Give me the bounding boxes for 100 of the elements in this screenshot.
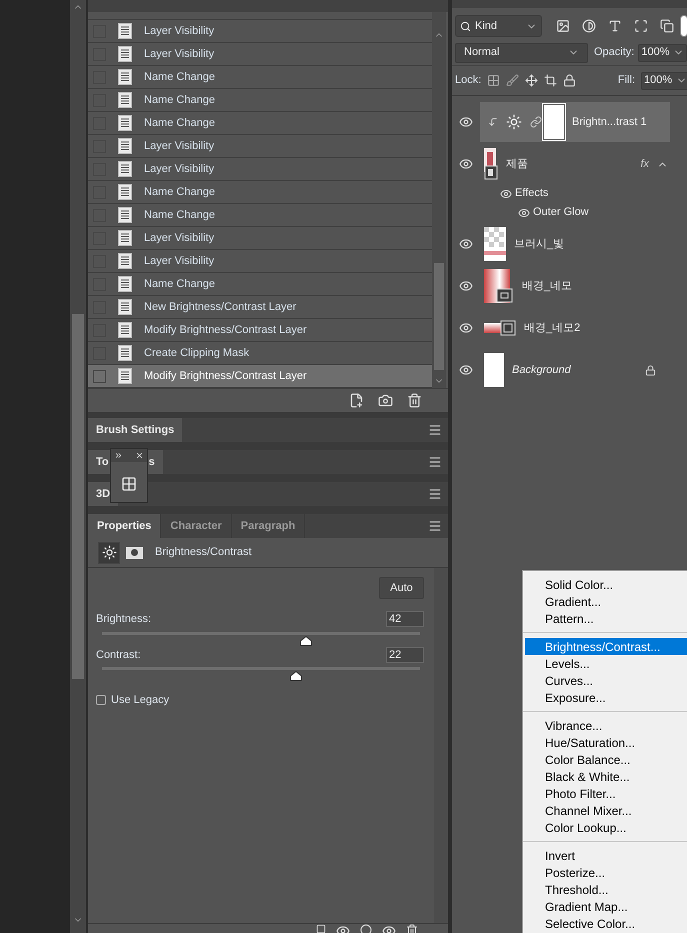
properties-title: Brightness/Contrast: [155, 545, 252, 560]
visibility-eye-icon[interactable]: [500, 188, 512, 200]
layer-name: 배경_네모: [522, 278, 572, 294]
smart-object-filter-icon[interactable]: [660, 19, 674, 33]
value-field[interactable]: 42: [386, 611, 424, 628]
history-state[interactable]: Layer Visibility: [88, 250, 432, 273]
panel-tab[interactable]: Paragraph: [232, 514, 306, 538]
visibility-eye-icon[interactable]: [459, 115, 473, 129]
panel-menu-icon[interactable]: [428, 423, 442, 437]
history-state[interactable]: Layer Visibility: [88, 20, 432, 43]
layer-row[interactable]: Brightn...trast 1: [480, 102, 670, 142]
scrollbar-thumb[interactable]: [72, 314, 84, 679]
menu-item[interactable]: Photo Filter...: [525, 785, 687, 802]
trash-icon[interactable]: [407, 393, 422, 408]
history-state[interactable]: Modify Brightness/Contrast Layer: [88, 319, 432, 342]
history-state[interactable]: Create Clipping Mask: [88, 342, 432, 365]
layer-name: 브러시_빛: [514, 236, 564, 252]
visibility-eye-icon[interactable]: [459, 157, 473, 171]
close-icon[interactable]: [135, 451, 144, 460]
lock-label: Lock:: [455, 73, 482, 88]
menu-item[interactable]: Curves...: [525, 672, 687, 689]
scrollbar-thumb[interactable]: [434, 263, 444, 370]
panel-menu-icon[interactable]: [428, 455, 442, 469]
value-field[interactable]: 22: [386, 646, 424, 663]
fx-label: fx: [640, 156, 649, 172]
fill-field[interactable]: 100%: [641, 72, 687, 90]
snapshot-document-icon: [118, 115, 132, 131]
panel-tab[interactable]: Character: [161, 514, 232, 538]
menu-item[interactable]: Pattern...: [525, 610, 687, 627]
menu-item[interactable]: Color Balance...: [525, 751, 687, 768]
new-document-icon[interactable]: [349, 393, 364, 408]
expand-icon[interactable]: [114, 451, 123, 460]
menu-item[interactable]: Selective Color...: [525, 915, 687, 932]
panel-menu-icon[interactable]: [428, 519, 442, 533]
history-state[interactable]: New Brightness/Contrast Layer: [88, 296, 432, 319]
mask-icon[interactable]: [126, 546, 143, 558]
auto-button[interactable]: Auto: [379, 577, 424, 599]
filter-dropdown[interactable]: Kind: [455, 15, 542, 37]
menu-item[interactable]: Brightness/Contrast...: [525, 638, 687, 655]
menu-item[interactable]: Invert: [525, 847, 687, 864]
layer-mask-thumbnail[interactable]: [544, 105, 564, 139]
history-state[interactable]: Name Change: [88, 204, 432, 227]
panel-tab[interactable]: Brush Settings: [88, 418, 182, 442]
panel-tab[interactable]: Properties: [88, 514, 162, 538]
history-state[interactable]: Name Change: [88, 66, 432, 89]
tool-presets-icon[interactable]: [121, 476, 137, 492]
visibility-eye-icon[interactable]: [459, 321, 473, 335]
visibility-eye-icon[interactable]: [459, 279, 473, 293]
history-state[interactable]: Name Change: [88, 112, 432, 135]
history-state[interactable]: Layer Visibility: [88, 158, 432, 181]
history-state[interactable]: Name Change: [88, 181, 432, 204]
tab-label: To: [96, 454, 109, 470]
snapshot-checkbox[interactable]: [93, 370, 106, 382]
shape-filter-icon[interactable]: [634, 19, 648, 33]
layer-thumbnail: [484, 227, 506, 261]
menu-item[interactable]: Posterize...: [525, 864, 687, 881]
camera-icon[interactable]: [378, 393, 393, 408]
lock-all-icon[interactable]: [563, 74, 576, 87]
visibility-eye-icon[interactable]: [518, 206, 530, 218]
history-state[interactable]: Layer Visibility: [88, 227, 432, 250]
history-state[interactable]: Layer Visibility: [88, 43, 432, 66]
opacity-field[interactable]: 100%: [638, 44, 687, 62]
blend-mode-dropdown[interactable]: Normal: [455, 42, 588, 62]
snapshot-document-icon: [118, 276, 132, 292]
menu-item[interactable]: Threshold...: [525, 881, 687, 898]
menu-item[interactable]: Color Lookup...: [525, 819, 687, 836]
scrollbar[interactable]: [434, 568, 448, 923]
lock-move-icon[interactable]: [525, 74, 538, 87]
filter-toggle[interactable]: [680, 15, 687, 37]
lock-transparency-icon[interactable]: [487, 74, 500, 87]
panel-menu-icon[interactable]: [428, 487, 442, 501]
scrollbar[interactable]: [70, 0, 86, 933]
menu-item[interactable]: Solid Color...: [525, 576, 687, 593]
snapshot-document-icon: [118, 345, 132, 361]
history-state[interactable]: Layer Visibility: [88, 135, 432, 158]
snapshot-document-icon: [118, 253, 132, 269]
menu-item[interactable]: Gradient Map...: [525, 898, 687, 915]
visibility-eye-icon[interactable]: [459, 237, 473, 251]
lock-brush-icon[interactable]: [506, 74, 520, 87]
menu-item[interactable]: Exposure...: [525, 689, 687, 706]
image-filter-icon[interactable]: [556, 19, 570, 33]
use-legacy-checkbox[interactable]: Use Legacy: [96, 692, 426, 708]
history-state[interactable]: Name Change: [88, 89, 432, 112]
type-filter-icon[interactable]: [608, 19, 622, 33]
menu-item[interactable]: Channel Mixer...: [525, 802, 687, 819]
trash-icon[interactable]: [406, 924, 418, 933]
adjustment-filter-icon[interactable]: [582, 19, 596, 33]
history-state[interactable]: Modify Brightness/Contrast Layer: [88, 365, 432, 388]
lock-artboard-icon[interactable]: [544, 74, 558, 87]
visibility-eye-icon[interactable]: [459, 363, 473, 377]
history-state[interactable]: Name Change: [88, 273, 432, 296]
scrollbar[interactable]: [432, 12, 446, 388]
menu-item[interactable]: Hue/Saturation...: [525, 734, 687, 751]
menu-item[interactable]: Gradient...: [525, 593, 687, 610]
snapshot-document-icon: [118, 322, 132, 338]
adjustment-sun-icon[interactable]: [98, 542, 120, 564]
menu-item[interactable]: Levels...: [525, 655, 687, 672]
menu-item[interactable]: Vibrance...: [525, 717, 687, 734]
link-icon[interactable]: [530, 116, 542, 128]
menu-item[interactable]: Black & White...: [525, 768, 687, 785]
